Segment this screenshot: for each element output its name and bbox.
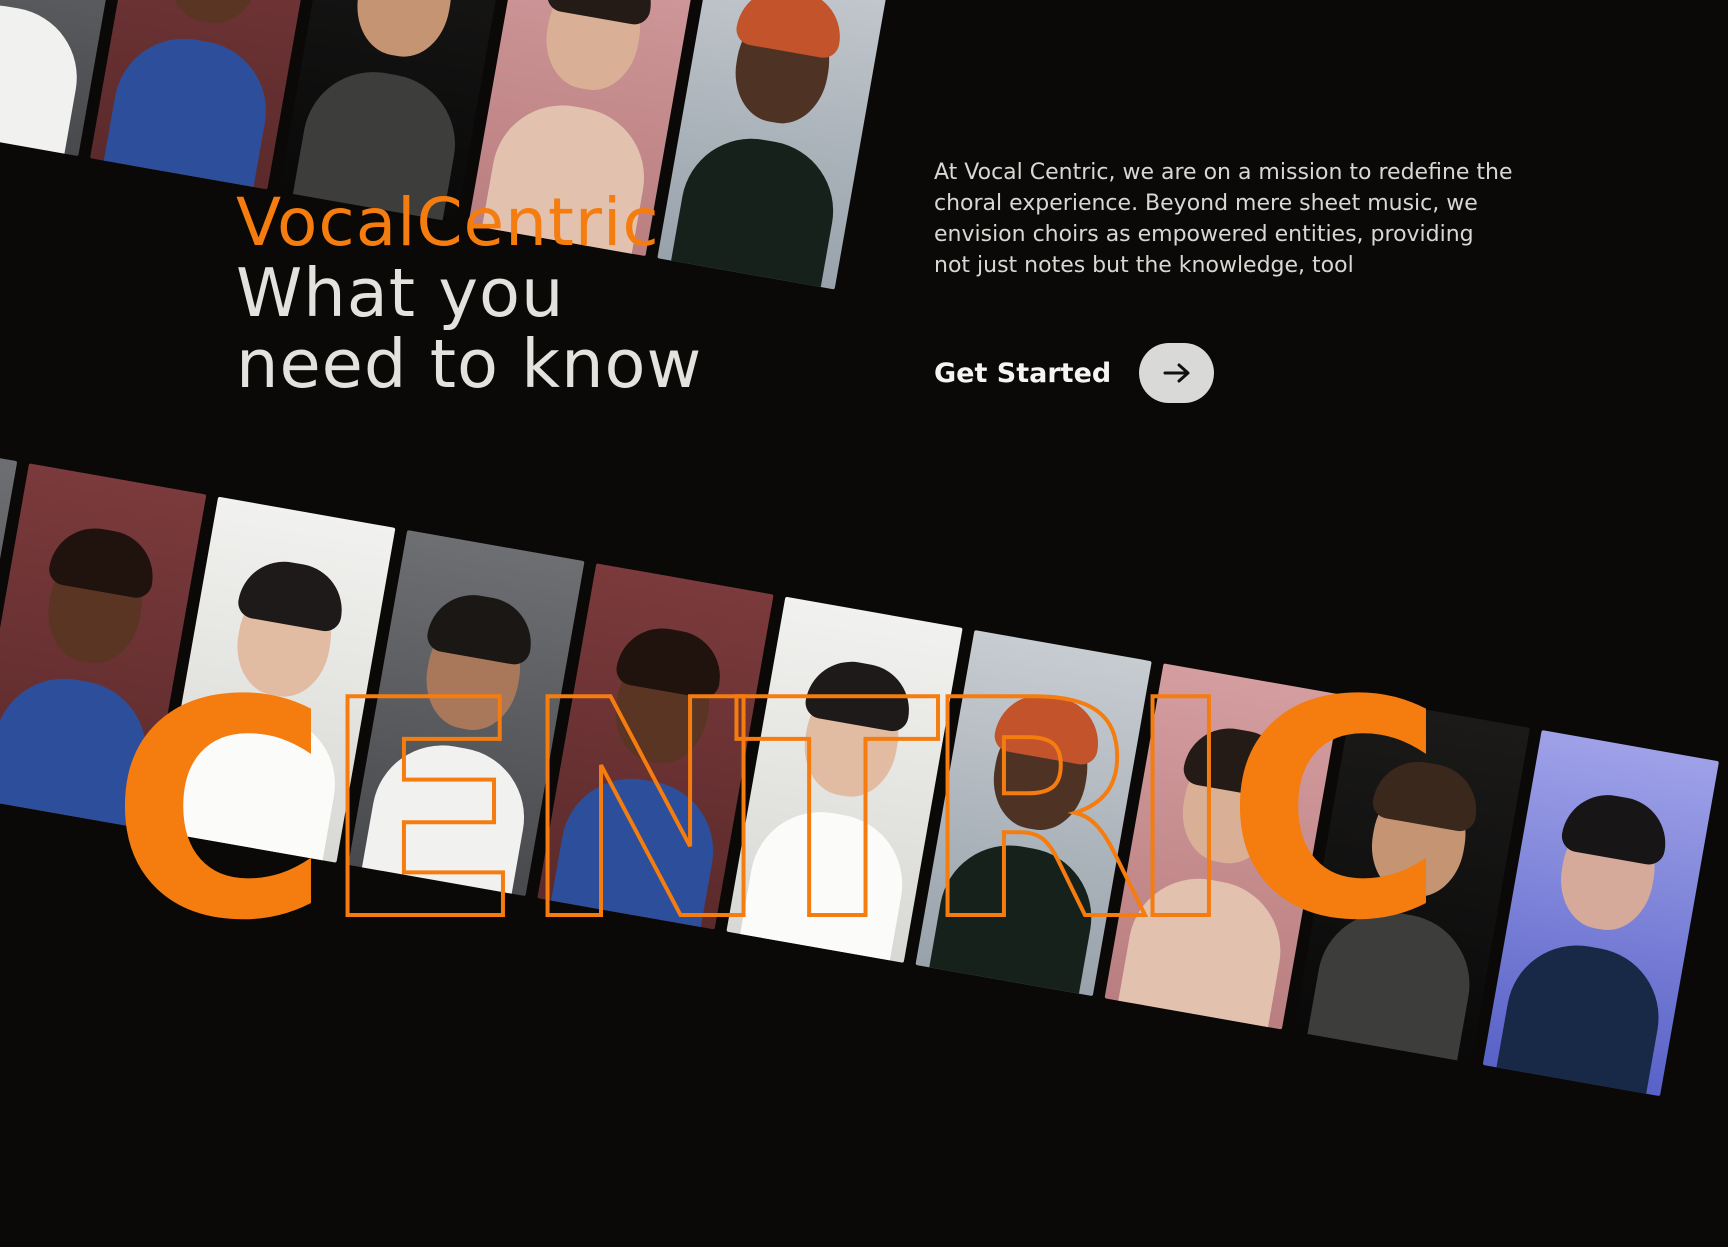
page-title: VocalCentric What you need to know [236,188,702,400]
get-started-button[interactable]: Get Started [934,343,1215,403]
banner-letter-t-outline: T [735,637,941,986]
banner-letter-c-final: C [1225,637,1445,986]
banner-letter-e-outline: E [320,637,525,986]
brand-name: VocalCentric [236,184,660,261]
mission-statement: At Vocal Centric, we are on a mission to… [934,160,1513,278]
get-started-label: Get Started [934,357,1112,389]
banner-letter-r-outline: R [920,637,1151,986]
heading-line-1: What you [236,254,565,332]
banner-letter-n-outline: N [520,637,771,986]
centric-banner: C E N T R I C [110,635,1445,988]
arrow-right-icon[interactable] [1139,343,1215,403]
heading-line-2: need to know [236,325,703,403]
banner-letter-i-outline: I [1125,637,1237,986]
banner-letter-c-solid: C [110,637,330,986]
